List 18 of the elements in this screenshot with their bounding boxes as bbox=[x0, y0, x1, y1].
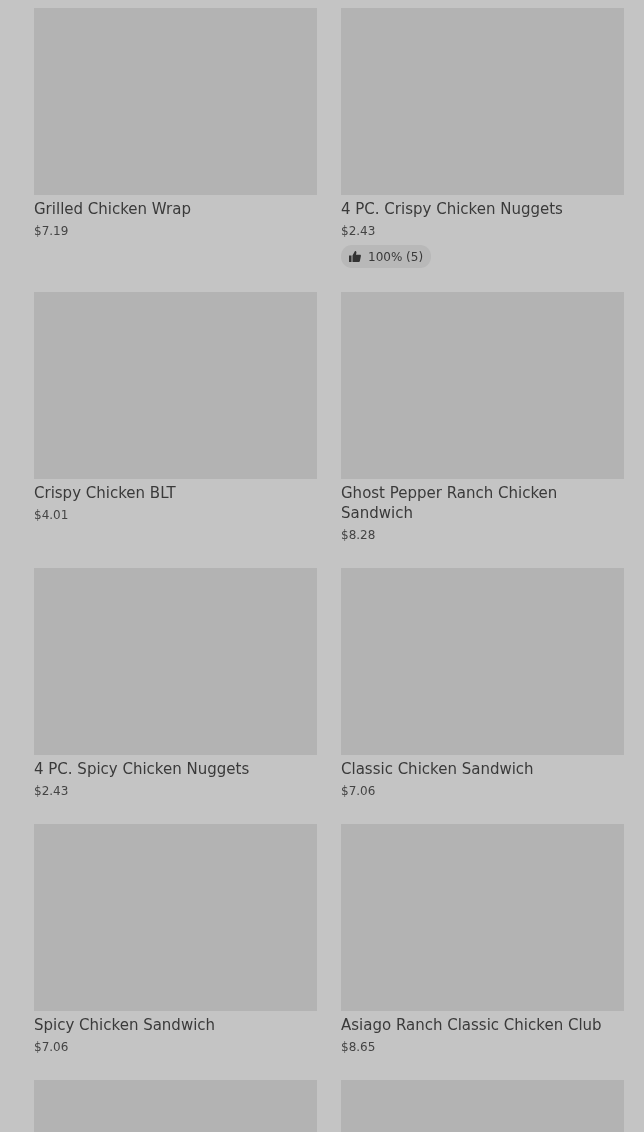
item-name[interactable]: 4 PC. Crispy Chicken Nuggets bbox=[341, 199, 624, 219]
item-price: $8.28 bbox=[341, 527, 377, 544]
item-price: $7.06 bbox=[34, 1039, 70, 1056]
rating-text: 100% (5) bbox=[368, 249, 424, 264]
item-price: $7.06 bbox=[341, 783, 377, 800]
item-price: $8.65 bbox=[341, 1039, 377, 1056]
item-name[interactable]: Crispy Chicken BLT bbox=[34, 483, 317, 503]
item-price: $7.19 bbox=[34, 223, 70, 240]
item-price: $4.01 bbox=[34, 507, 70, 524]
item-price: $2.43 bbox=[34, 783, 70, 800]
item-name[interactable]: Ghost Pepper Ranch Chicken Sandwich bbox=[341, 483, 624, 523]
item-name[interactable]: Classic Chicken Sandwich bbox=[341, 759, 624, 779]
item-name[interactable]: 4 PC. Spicy Chicken Nuggets bbox=[34, 759, 317, 779]
item-name[interactable]: Grilled Chicken Wrap bbox=[34, 199, 317, 219]
item-name[interactable]: Spicy Chicken Sandwich bbox=[34, 1015, 317, 1035]
item-name[interactable]: Asiago Ranch Classic Chicken Club bbox=[341, 1015, 624, 1035]
item-price: $2.43 bbox=[341, 223, 377, 240]
thumbs-up-icon bbox=[349, 251, 361, 262]
